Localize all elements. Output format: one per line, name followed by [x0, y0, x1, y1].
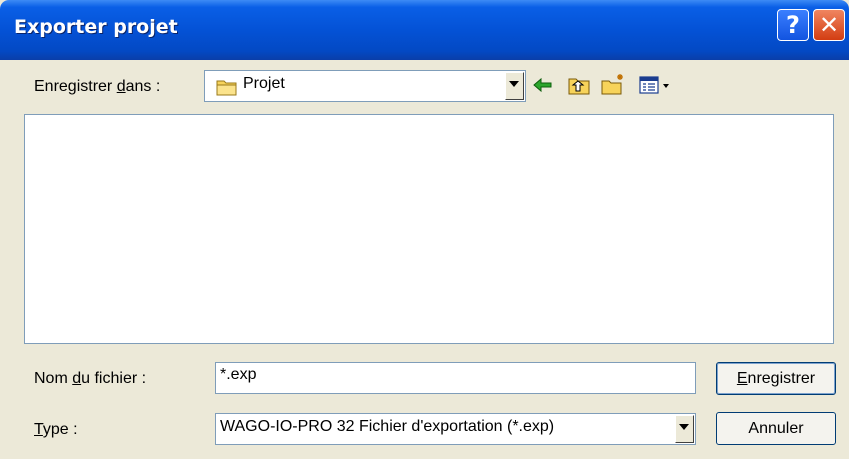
dialog-title: Exporter projet [14, 16, 178, 38]
up-one-level-icon [568, 78, 590, 95]
up-one-level-button[interactable] [566, 72, 592, 98]
close-button[interactable]: ✕ [813, 9, 845, 41]
type-dropdown-button[interactable] [675, 415, 694, 443]
title-bar[interactable]: Exporter projet ? ✕ [0, 0, 849, 60]
folder-icon [216, 80, 237, 96]
save-in-combo[interactable]: Projet [204, 70, 526, 102]
file-list[interactable] [24, 114, 834, 344]
save-in-label: Enregistrer dans : [34, 78, 160, 96]
filename-label-text-end: u fichier : [81, 370, 147, 387]
save-in-label-text: Enregistrer [34, 78, 117, 95]
save-in-dropdown-button[interactable] [505, 72, 524, 100]
back-arrow-icon [533, 77, 552, 93]
type-label: Type : [34, 421, 78, 439]
save-in-label-text-end: ans : [125, 78, 161, 95]
new-folder-button[interactable] [600, 72, 626, 98]
save-in-value: Projet [243, 75, 285, 92]
help-button[interactable]: ? [777, 9, 809, 41]
chevron-down-icon [509, 81, 519, 87]
back-button[interactable] [530, 72, 556, 98]
filename-label-accel: d [72, 370, 82, 387]
save-in-label-accel: d [116, 78, 126, 95]
type-label-text: ype : [42, 421, 78, 438]
cancel-button[interactable]: Annuler [716, 412, 836, 445]
view-menu-icon [639, 76, 669, 94]
chevron-down-icon [679, 424, 689, 430]
type-select[interactable]: WAGO-IO-PRO 32 Fichier d'exportation (*.… [215, 413, 696, 445]
type-label-accel: T [34, 421, 43, 438]
save-button[interactable]: Enregistrer [716, 362, 836, 395]
filename-label: Nom du fichier : [34, 370, 146, 388]
export-dialog: Exporter projet ? ✕ Enregistrer dans : P… [0, 0, 849, 459]
filename-label-text: Nom [34, 370, 73, 387]
save-button-label: nregistrer [747, 370, 816, 387]
view-menu-button[interactable] [638, 72, 678, 98]
save-button-accel: E [736, 370, 748, 387]
filename-input[interactable]: *.exp [215, 362, 696, 394]
new-folder-icon [601, 74, 623, 95]
type-selected-value: WAGO-IO-PRO 32 Fichier d'exportation (*.… [220, 418, 555, 435]
